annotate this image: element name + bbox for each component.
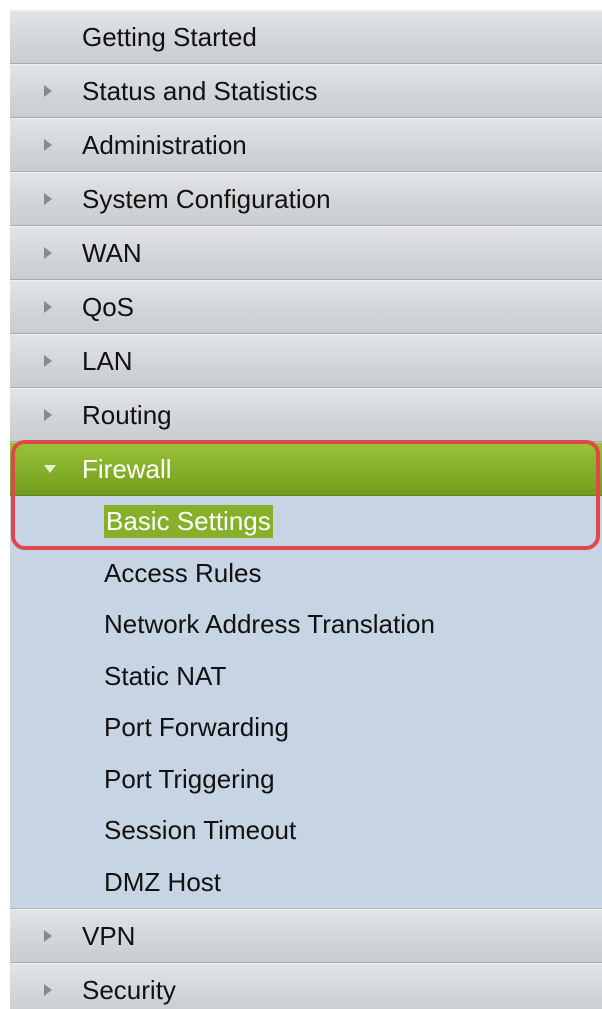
nav-item-vpn[interactable]: VPN (10, 909, 602, 963)
nav-item-wan[interactable]: WAN (10, 226, 602, 280)
expand-arrow-icon (44, 910, 52, 962)
submenu-item-label: DMZ Host (104, 866, 221, 897)
nav-item-status-and-statistics[interactable]: Status and Statistics (10, 64, 602, 118)
nav-item-label: WAN (82, 237, 142, 268)
nav-item-label: QoS (82, 291, 135, 322)
nav-item-routing[interactable]: Routing (10, 388, 602, 442)
nav-item-label: Status and Statistics (82, 75, 318, 106)
nav-item-security[interactable]: Security (10, 963, 602, 1009)
nav-item-label: Routing (82, 399, 172, 430)
submenu-item-port-triggering[interactable]: Port Triggering (10, 754, 602, 806)
nav-item-label: System Configuration (82, 183, 331, 214)
submenu-item-session-timeout[interactable]: Session Timeout (10, 805, 602, 857)
submenu-item-dmz-host[interactable]: DMZ Host (10, 857, 602, 909)
submenu-item-label: Network Address Translation (104, 609, 435, 640)
expand-arrow-icon (44, 65, 52, 117)
submenu-item-network-address-translation[interactable]: Network Address Translation (10, 599, 602, 651)
expand-arrow-icon (44, 964, 52, 1009)
nav-item-label: Firewall (82, 453, 172, 484)
expand-arrow-icon (44, 227, 52, 279)
nav-item-label: Administration (82, 129, 247, 160)
nav-item-label: Getting Started (82, 21, 257, 52)
nav-item-administration[interactable]: Administration (10, 118, 602, 172)
expand-arrow-icon (44, 173, 52, 225)
expand-arrow-icon (44, 335, 52, 387)
nav-item-firewall[interactable]: Firewall (10, 442, 602, 496)
submenu-item-label: Port Triggering (104, 763, 275, 794)
submenu-item-label: Basic Settings (104, 505, 273, 539)
submenu-item-port-forwarding[interactable]: Port Forwarding (10, 702, 602, 754)
nav-item-system-configuration[interactable]: System Configuration (10, 172, 602, 226)
nav-item-lan[interactable]: LAN (10, 334, 602, 388)
nav-item-label: VPN (82, 920, 136, 951)
submenu-item-static-nat[interactable]: Static NAT (10, 651, 602, 703)
nav-item-label: LAN (82, 345, 133, 376)
nav-item-getting-started[interactable]: Getting Started (10, 10, 602, 64)
submenu-item-access-rules[interactable]: Access Rules (10, 548, 602, 600)
submenu-item-label: Session Timeout (104, 815, 297, 846)
expand-arrow-icon (44, 281, 52, 333)
firewall-submenu: Basic Settings Access Rules Network Addr… (10, 496, 602, 909)
submenu-item-label: Static NAT (104, 660, 227, 691)
expand-arrow-icon (44, 389, 52, 441)
collapse-arrow-icon (44, 443, 56, 495)
submenu-item-label: Port Forwarding (104, 712, 289, 743)
sidebar-nav: Getting Started Status and Statistics Ad… (10, 10, 602, 1009)
nav-item-qos[interactable]: QoS (10, 280, 602, 334)
nav-item-label: Security (82, 974, 176, 1005)
expand-arrow-icon (44, 119, 52, 171)
submenu-item-label: Access Rules (104, 557, 262, 588)
submenu-item-basic-settings[interactable]: Basic Settings (10, 496, 602, 548)
